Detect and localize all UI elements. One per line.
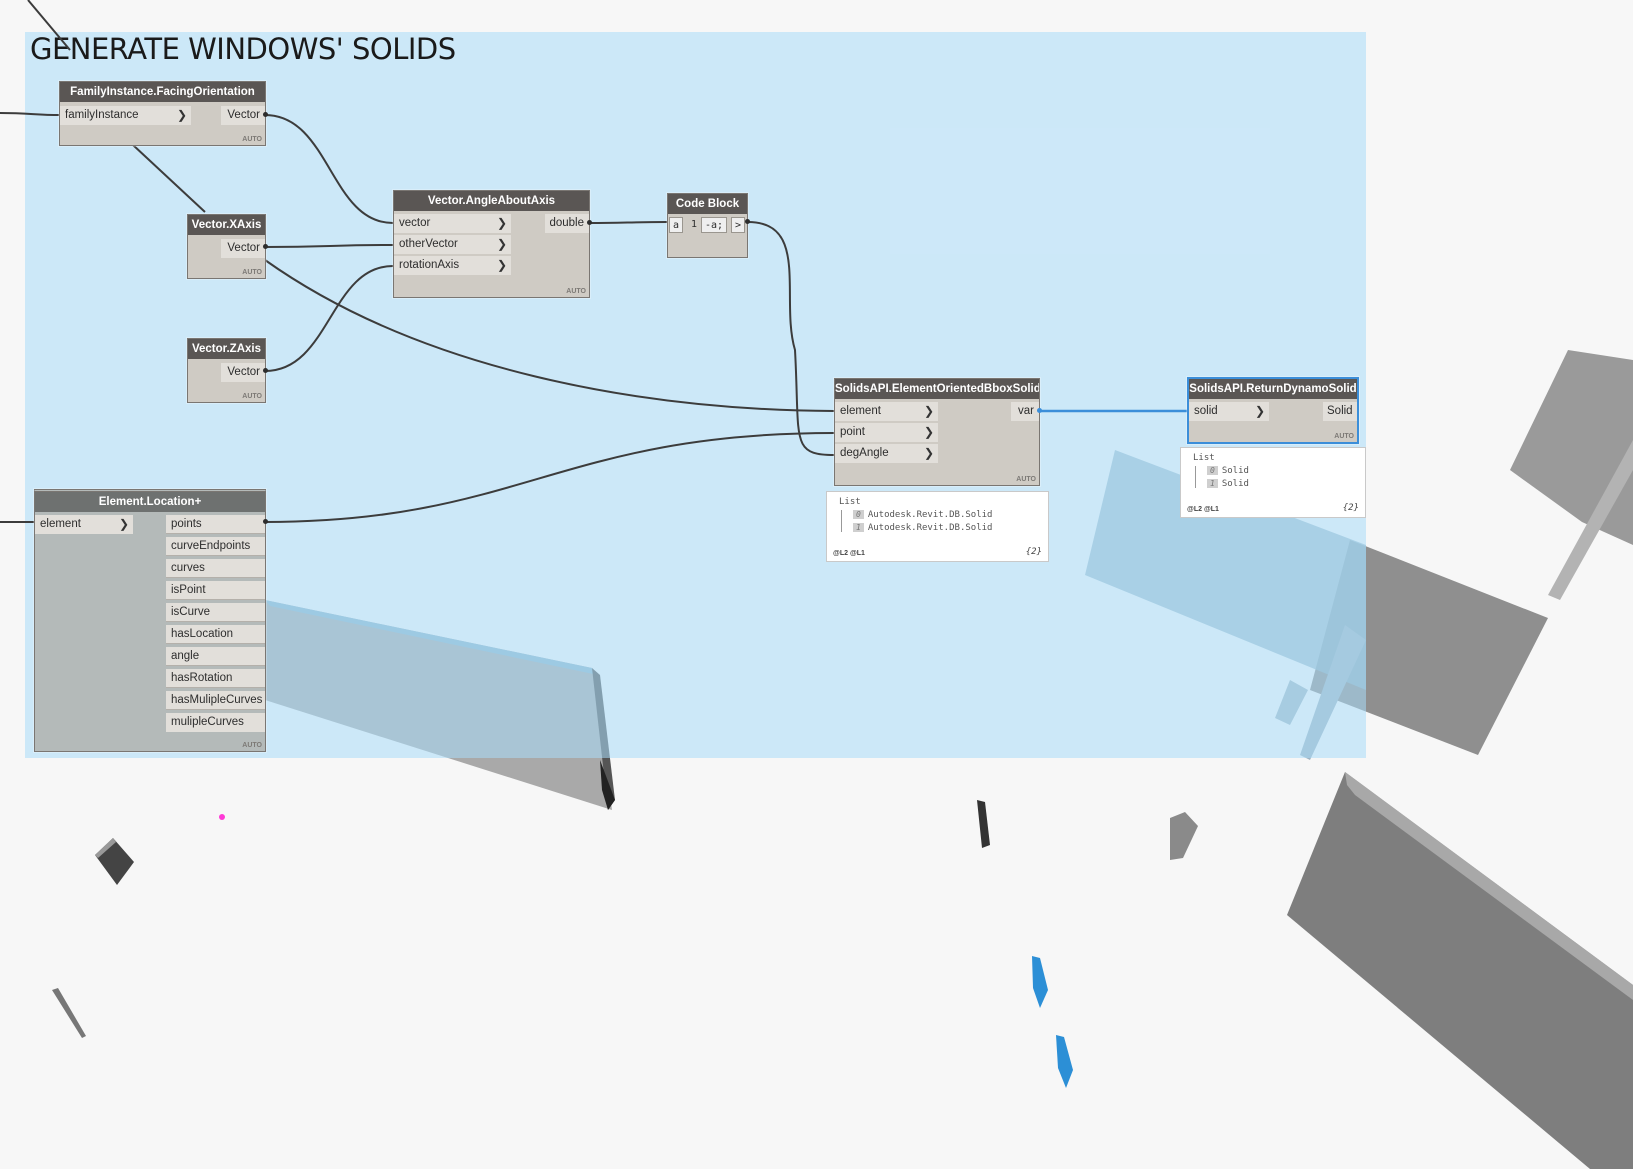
preview-list-item: 1 Autodesk.Revit.DB.Solid <box>853 523 992 533</box>
output-port-var[interactable]: var <box>1011 402 1039 421</box>
output-port-curve-endpoints[interactable]: curveEndpoints <box>166 537 265 556</box>
output-port-points[interactable]: points <box>166 515 265 534</box>
chevron-right-icon: ❯ <box>496 258 507 272</box>
lacing-label: AUTO <box>242 269 262 276</box>
chevron-right-icon: ❯ <box>923 446 934 460</box>
preview-list-header: List <box>1193 453 1215 463</box>
output-port-curves[interactable]: curves <box>166 559 265 578</box>
output-port-solid[interactable]: Solid <box>1323 402 1357 421</box>
output-port-has-muliple-curves[interactable]: hasMulipleCurves <box>166 691 265 710</box>
input-port-point[interactable]: point ❯ <box>835 423 938 442</box>
preview-tree-line <box>841 510 842 532</box>
output-port-vector[interactable]: Vector <box>221 239 265 258</box>
chevron-right-icon: ❯ <box>923 425 934 439</box>
chevron-right-icon: ❯ <box>496 237 507 251</box>
input-port-rotation-axis[interactable]: rotationAxis ❯ <box>394 256 511 275</box>
output-port-angle[interactable]: angle <box>166 647 265 666</box>
node-code-block[interactable]: Code Block a 1 -a; > <box>667 193 748 258</box>
lacing-label: AUTO <box>1334 433 1354 440</box>
output-port-vector[interactable]: Vector <box>221 106 265 125</box>
chevron-right-icon: ❯ <box>923 404 934 418</box>
output-port-is-curve[interactable]: isCurve <box>166 603 265 622</box>
output-port-vector[interactable]: Vector <box>221 363 265 382</box>
node-title: Vector.AngleAboutAxis <box>394 191 589 211</box>
input-port-deg-angle[interactable]: degAngle ❯ <box>835 444 938 463</box>
node-title: Vector.ZAxis <box>188 339 265 359</box>
lacing-label: AUTO <box>1016 476 1036 483</box>
output-port-is-point[interactable]: isPoint <box>166 581 265 600</box>
node-title: FamilyInstance.FacingOrientation <box>60 82 265 102</box>
input-port-element[interactable]: element ❯ <box>835 402 938 421</box>
code-block-output[interactable]: > <box>731 217 745 233</box>
node-return-dynamo-solid[interactable]: SolidsAPI.ReturnDynamoSolid solid ❯ Soli… <box>1187 377 1359 444</box>
preview-levels: @L2 @L1 <box>1187 506 1219 513</box>
node-vector-xaxis[interactable]: Vector.XAxis Vector AUTO <box>187 214 266 279</box>
node-title: Code Block <box>668 194 747 214</box>
preview-list-item: 0 Solid <box>1207 466 1249 476</box>
port-dot <box>263 368 268 373</box>
node-title: Element.Location+ <box>35 492 265 512</box>
preview-bubble-return-solid[interactable]: List 0 Solid 1 Solid @L2 @L1 {2} <box>1180 447 1366 518</box>
output-port-muliple-curves[interactable]: mulipleCurves <box>166 713 265 732</box>
port-dot-selected <box>1037 408 1042 413</box>
chevron-right-icon: ❯ <box>118 517 129 531</box>
port-dot <box>745 219 750 224</box>
code-block-input-a[interactable]: a <box>669 217 683 233</box>
preview-bubble-bbox[interactable]: List 0 Autodesk.Revit.DB.Solid 1 Autodesk.… <box>826 491 1049 562</box>
output-port-has-location[interactable]: hasLocation <box>166 625 265 644</box>
lacing-label: AUTO <box>242 136 262 143</box>
preview-count: {2} <box>1025 547 1042 557</box>
output-port-has-rotation[interactable]: hasRotation <box>166 669 265 688</box>
chevron-right-icon: ❯ <box>176 108 187 122</box>
input-port-solid[interactable]: solid ❯ <box>1189 402 1269 421</box>
node-element-location[interactable]: Element.Location+ element ❯ points curve… <box>34 489 266 752</box>
preview-list-item: 1 Solid <box>1207 479 1249 489</box>
preview-levels: @L2 @L1 <box>833 550 865 557</box>
node-vector-angle-about-axis[interactable]: Vector.AngleAboutAxis vector ❯ otherVect… <box>393 190 590 298</box>
node-title: Vector.XAxis <box>188 215 265 235</box>
preview-tree-line <box>1195 466 1196 488</box>
preview-list-header: List <box>839 497 861 507</box>
node-family-instance-facing-orientation[interactable]: FamilyInstance.FacingOrientation familyI… <box>59 81 266 146</box>
port-dot <box>263 244 268 249</box>
preview-list-item: 0 Autodesk.Revit.DB.Solid <box>853 510 992 520</box>
preview-count: {2} <box>1342 503 1359 513</box>
port-dot <box>263 112 268 117</box>
node-vector-zaxis[interactable]: Vector.ZAxis Vector AUTO <box>187 338 266 403</box>
output-port-double[interactable]: double <box>545 214 589 233</box>
input-port-element[interactable]: element ❯ <box>35 515 133 534</box>
port-dot <box>587 220 592 225</box>
input-port-other-vector[interactable]: otherVector ❯ <box>394 235 511 254</box>
node-title: SolidsAPI.ReturnDynamoSolid <box>1189 379 1357 399</box>
code-block-editor[interactable]: -a; <box>701 217 727 233</box>
port-dot <box>263 519 268 524</box>
chevron-right-icon: ❯ <box>1254 404 1265 418</box>
input-port-vector[interactable]: vector ❯ <box>394 214 511 233</box>
code-block-line-number: 1 <box>690 219 698 230</box>
lacing-label: AUTO <box>242 393 262 400</box>
input-port-family-instance[interactable]: familyInstance ❯ <box>60 106 191 125</box>
node-title: SolidsAPI.ElementOrientedBboxSolid <box>835 379 1039 399</box>
chevron-right-icon: ❯ <box>496 216 507 230</box>
lacing-label: AUTO <box>242 742 262 749</box>
node-element-oriented-bbox-solid[interactable]: SolidsAPI.ElementOrientedBboxSolid eleme… <box>834 378 1040 486</box>
lacing-label: AUTO <box>566 288 586 295</box>
group-title[interactable]: GENERATE WINDOWS' SOLIDS <box>30 32 456 66</box>
